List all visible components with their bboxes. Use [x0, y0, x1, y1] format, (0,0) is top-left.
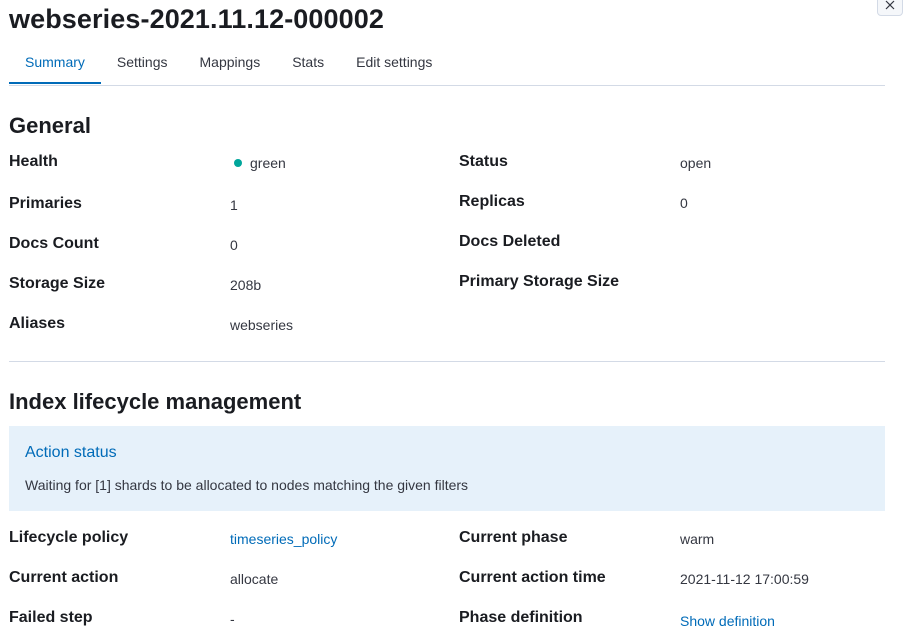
current-action-time-label: Current action time: [459, 569, 606, 586]
ilm-section-title: Index lifecycle management: [9, 389, 302, 414]
tab-mappings[interactable]: Mappings: [184, 44, 277, 84]
section-divider: [9, 361, 885, 362]
tab-settings[interactable]: Settings: [101, 44, 184, 84]
current-action-time-value: 2021-11-12 17:00:59: [680, 571, 809, 587]
tab-summary[interactable]: Summary: [9, 44, 101, 84]
storage-size-label: Storage Size: [9, 275, 106, 292]
health-text: green: [250, 155, 286, 171]
lifecycle-policy-link[interactable]: timeseries_policy: [230, 531, 337, 547]
tab-edit-settings[interactable]: Edit settings: [340, 44, 448, 84]
status-dot-icon: [234, 159, 242, 167]
docs-deleted-label: Docs Deleted: [459, 233, 561, 250]
close-icon: [885, 0, 895, 10]
current-phase-value: warm: [680, 531, 715, 547]
close-button[interactable]: [877, 0, 903, 16]
failed-step-value: -: [230, 611, 235, 627]
current-action-value: allocate: [230, 571, 279, 587]
primaries-label: Primaries: [9, 195, 82, 212]
status-value: open: [680, 155, 712, 171]
phase-definition-label: Phase definition: [459, 609, 583, 626]
status-label: Status: [459, 153, 508, 170]
general-section-title: General: [9, 113, 91, 138]
primaries-value: 1: [230, 197, 238, 213]
lifecycle-policy-label: Lifecycle policy: [9, 529, 129, 546]
action-status-callout: Action status Waiting for [1] shards to …: [9, 426, 885, 511]
failed-step-label: Failed step: [9, 609, 93, 626]
primary-storage-size-label: Primary Storage Size: [459, 273, 620, 290]
health-value: green: [234, 155, 286, 171]
replicas-value: 0: [680, 195, 688, 211]
current-action-label: Current action: [9, 569, 119, 586]
page-title: webseries-2021.11.12-000002: [9, 4, 385, 34]
replicas-label: Replicas: [459, 193, 525, 210]
docs-count-label: Docs Count: [9, 235, 99, 252]
health-label: Health: [9, 153, 58, 170]
tab-bar: Summary Settings Mappings Stats Edit set…: [9, 44, 885, 86]
aliases-value: webseries: [230, 317, 294, 333]
tab-stats[interactable]: Stats: [276, 44, 340, 84]
aliases-label: Aliases: [9, 315, 66, 332]
action-status-title: Action status: [25, 444, 117, 461]
docs-count-value: 0: [230, 237, 238, 253]
show-definition-button[interactable]: Show definition: [680, 613, 775, 629]
current-phase-label: Current phase: [459, 529, 568, 546]
storage-size-value: 208b: [230, 277, 262, 293]
action-status-message: Waiting for [1] shards to be allocated t…: [25, 477, 469, 493]
